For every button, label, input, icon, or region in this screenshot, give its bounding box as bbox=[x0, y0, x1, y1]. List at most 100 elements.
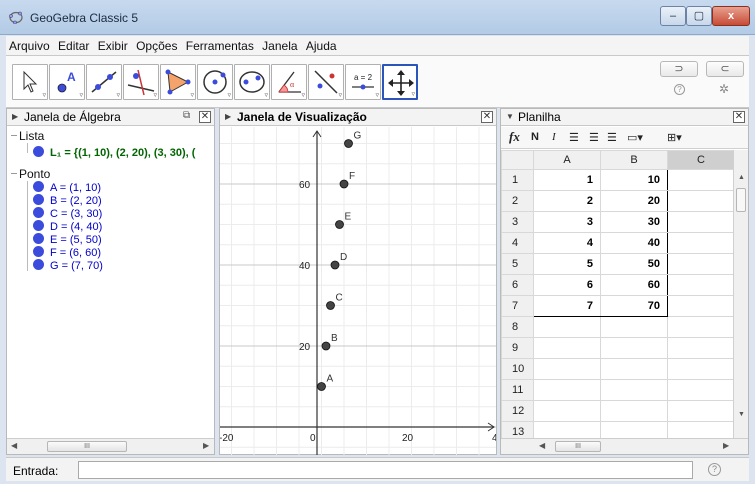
cell-b[interactable] bbox=[600, 379, 668, 401]
menu-janela[interactable]: Janela bbox=[259, 36, 299, 53]
cell-c[interactable] bbox=[667, 211, 735, 233]
slider-tool-button[interactable]: a = 2 ▿ bbox=[345, 64, 381, 100]
list-item[interactable]: F = (6, 60) bbox=[33, 246, 101, 260]
list-item[interactable]: C = (3, 30) bbox=[33, 207, 102, 221]
visibility-dot-icon[interactable] bbox=[33, 246, 44, 257]
gear-icon[interactable]: ✲ bbox=[719, 82, 729, 96]
redo-button[interactable]: ⊂ bbox=[706, 61, 744, 77]
spreadsheet-horizontal-scrollbar[interactable]: ◀ III ▶ bbox=[501, 438, 748, 454]
graphics-canvas[interactable]: -20 0 20 40 20 40 60 A B C D E F G bbox=[220, 127, 496, 455]
cell-a[interactable]: 3 bbox=[533, 211, 601, 233]
cell-a[interactable]: 2 bbox=[533, 190, 601, 212]
row-header[interactable]: 4 bbox=[501, 232, 534, 254]
align-left-icon[interactable]: ☰ bbox=[569, 131, 579, 144]
menu-exibir[interactable]: Exibir bbox=[95, 36, 130, 53]
algebra-horizontal-scrollbar[interactable]: ◀ III ▶ bbox=[7, 438, 214, 454]
row-header[interactable]: 11 bbox=[501, 379, 534, 401]
move-graphics-view-tool-button[interactable]: ▿ bbox=[382, 64, 418, 100]
italic-button[interactable]: I bbox=[552, 131, 556, 143]
cell-c[interactable] bbox=[667, 253, 735, 275]
row-header[interactable]: 12 bbox=[501, 400, 534, 422]
cell-b[interactable]: 60 bbox=[600, 274, 668, 296]
visibility-dot-icon[interactable] bbox=[33, 194, 44, 205]
help-icon[interactable]: ? bbox=[674, 84, 685, 95]
row-header[interactable]: 3 bbox=[501, 211, 534, 233]
menu-opcoes[interactable]: Opções bbox=[133, 36, 179, 53]
cell-b[interactable] bbox=[600, 400, 668, 422]
visibility-dot-icon[interactable] bbox=[33, 259, 44, 270]
minimize-button[interactable]: – bbox=[660, 6, 686, 26]
input-help-icon[interactable]: ? bbox=[708, 463, 721, 476]
cell-c[interactable] bbox=[667, 379, 735, 401]
cell-c[interactable] bbox=[667, 190, 735, 212]
scroll-right-icon[interactable]: ▶ bbox=[203, 441, 209, 450]
visibility-dot-icon[interactable] bbox=[33, 146, 44, 157]
cell-c[interactable] bbox=[667, 295, 735, 317]
scroll-right-icon[interactable]: ▶ bbox=[723, 441, 729, 450]
cell-a[interactable]: 1 bbox=[533, 169, 601, 191]
row-header[interactable]: 6 bbox=[501, 274, 534, 296]
cell-c[interactable] bbox=[667, 358, 735, 380]
menu-arquivo[interactable]: Arquivo bbox=[6, 36, 52, 53]
menu-ajuda[interactable]: Ajuda bbox=[303, 36, 339, 53]
polygon-tool-button[interactable]: ▿ bbox=[160, 64, 196, 100]
collapse-triangle-icon[interactable]: ▶ bbox=[12, 112, 18, 121]
list-item[interactable]: A = (1, 10) bbox=[33, 181, 101, 195]
cell-a[interactable]: 5 bbox=[533, 253, 601, 275]
borders-icon[interactable]: ⊞▾ bbox=[667, 131, 682, 144]
row-header[interactable]: 9 bbox=[501, 337, 534, 359]
cell-b[interactable]: 20 bbox=[600, 190, 668, 212]
column-header[interactable]: C bbox=[667, 150, 735, 170]
line-tool-button[interactable]: ▿ bbox=[86, 64, 122, 100]
collapse-triangle-icon[interactable]: ▶ bbox=[225, 112, 231, 121]
cell-b[interactable]: 70 bbox=[600, 295, 668, 317]
close-graphics-view-icon[interactable]: ✕ bbox=[481, 111, 493, 123]
list-item[interactable]: D = (4, 40) bbox=[33, 220, 102, 234]
cell-b[interactable]: 10 bbox=[600, 169, 668, 191]
expand-triangle-icon[interactable]: ▼ bbox=[506, 112, 514, 121]
cell-a[interactable]: 7 bbox=[533, 295, 601, 317]
close-algebra-view-icon[interactable]: ✕ bbox=[199, 111, 211, 123]
column-header[interactable]: A bbox=[533, 150, 601, 170]
row-header[interactable]: 8 bbox=[501, 316, 534, 338]
visibility-dot-icon[interactable] bbox=[33, 207, 44, 218]
cell-b[interactable]: 40 bbox=[600, 232, 668, 254]
circle-tool-button[interactable]: ▿ bbox=[197, 64, 233, 100]
undock-icon[interactable]: ⧉ bbox=[183, 110, 190, 121]
cell-a[interactable] bbox=[533, 337, 601, 359]
list-item[interactable]: L₁ = {(1, 10), (2, 20), (3, 30), ( bbox=[33, 146, 195, 160]
spreadsheet-vertical-scrollbar[interactable]: ▲ ▼ bbox=[733, 150, 748, 438]
undo-button[interactable]: ⊃ bbox=[660, 61, 698, 77]
cell-c[interactable] bbox=[667, 337, 735, 359]
close-spreadsheet-icon[interactable]: ✕ bbox=[733, 111, 745, 123]
list-item[interactable]: E = (5, 50) bbox=[33, 233, 102, 247]
bold-button[interactable]: N bbox=[531, 131, 539, 143]
visibility-dot-icon[interactable] bbox=[33, 220, 44, 231]
scroll-left-icon[interactable]: ◀ bbox=[539, 441, 545, 450]
cell-a[interactable]: 4 bbox=[533, 232, 601, 254]
cell-b[interactable] bbox=[600, 316, 668, 338]
cell-b[interactable]: 30 bbox=[600, 211, 668, 233]
point-tool-button[interactable]: A ▿ bbox=[49, 64, 85, 100]
list-item[interactable]: B = (2, 20) bbox=[33, 194, 102, 208]
conic-tool-button[interactable]: ▿ bbox=[234, 64, 270, 100]
cell-b[interactable] bbox=[600, 358, 668, 380]
cell-a[interactable] bbox=[533, 358, 601, 380]
cell-c[interactable] bbox=[667, 316, 735, 338]
move-tool-button[interactable]: ▿ bbox=[12, 64, 48, 100]
menu-ferramentas[interactable]: Ferramentas bbox=[183, 36, 256, 53]
align-center-icon[interactable]: ☰ bbox=[589, 131, 599, 144]
align-right-icon[interactable]: ☰ bbox=[607, 131, 617, 144]
tree-toggle-icon[interactable] bbox=[11, 173, 17, 174]
cell-c[interactable] bbox=[667, 169, 735, 191]
tree-toggle-icon[interactable] bbox=[11, 135, 17, 136]
column-header[interactable]: B bbox=[600, 150, 668, 170]
cell-a[interactable] bbox=[533, 379, 601, 401]
reflect-tool-button[interactable]: ▿ bbox=[308, 64, 344, 100]
cell-b[interactable]: 50 bbox=[600, 253, 668, 275]
background-color-icon[interactable]: ▭▾ bbox=[627, 131, 643, 144]
scrollbar-thumb[interactable]: III bbox=[47, 441, 127, 452]
row-header[interactable]: 2 bbox=[501, 190, 534, 212]
list-item[interactable]: G = (7, 70) bbox=[33, 259, 103, 273]
maximize-button[interactable]: ▢ bbox=[686, 6, 712, 26]
